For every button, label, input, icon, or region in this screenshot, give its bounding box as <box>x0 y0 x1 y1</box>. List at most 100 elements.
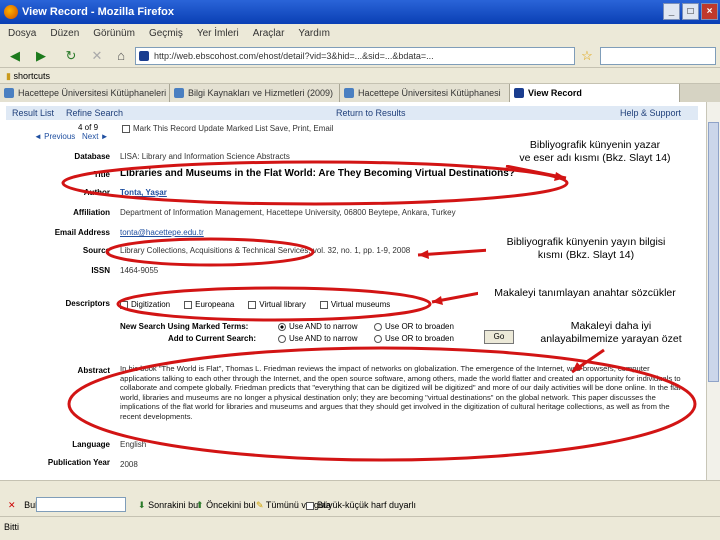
next-link[interactable]: Next ► <box>82 132 109 141</box>
label-language: Language <box>72 440 110 449</box>
descriptor-checkbox[interactable] <box>120 300 128 309</box>
help-support-link[interactable]: Help & Support <box>620 106 681 120</box>
radio-or-add[interactable] <box>374 334 382 343</box>
menu-edit[interactable]: Düzen <box>50 24 79 44</box>
window-controls: _ □ × <box>663 3 718 20</box>
search-box[interactable] <box>600 47 716 65</box>
new-search-or-option[interactable]: Use OR to broaden <box>374 322 454 331</box>
new-search-label: New Search Using Marked Terms: <box>120 322 249 331</box>
add-search-or-option[interactable]: Use OR to broaden <box>374 334 454 343</box>
descriptor-item[interactable]: Digitization <box>120 300 170 309</box>
label-title: Title <box>93 170 110 179</box>
label-affiliation: Affiliation <box>73 208 110 217</box>
window-titlebar: View Record - Mozilla Firefox _ □ × <box>0 0 720 24</box>
record-actions[interactable]: Mark This Record Update Marked List Save… <box>122 124 333 133</box>
menu-bookmarks[interactable]: Yer İmleri <box>197 24 239 44</box>
previous-link[interactable]: ◄ Previous <box>34 132 75 141</box>
folder-icon: ▮ <box>6 71 11 81</box>
reload-icon[interactable]: ↻ <box>62 47 80 65</box>
descriptor-checkbox[interactable] <box>319 300 328 309</box>
descriptor-item[interactable]: Virtual library <box>248 300 306 309</box>
close-find-icon[interactable]: ✕ <box>8 500 16 510</box>
firefox-icon <box>4 5 18 19</box>
find-bar: ✕ Bul: ⬇ Sonrakini bul ⬆ Öncekini bul ✎ … <box>0 494 720 516</box>
value-abstract: In his book "The World is Flat", Thomas … <box>120 364 681 421</box>
label-descriptors: Descriptors <box>65 299 110 308</box>
menu-help[interactable]: Yardım <box>298 24 330 44</box>
new-search-and-option[interactable]: Use AND to narrow <box>278 322 357 331</box>
value-source: Library Collections, Acquisitions & Tech… <box>120 246 411 255</box>
go-button[interactable]: Go <box>484 330 514 344</box>
up-arrow-icon: ⬆ <box>196 500 204 510</box>
tab-bilgi-kaynaklari[interactable]: Bilgi Kaynakları ve Hizmetleri (2009) <box>170 84 340 102</box>
menu-history[interactable]: Geçmiş <box>149 24 183 44</box>
callout-publication-info: Bibliyografik künyenin yayın bilgisi kıs… <box>486 236 686 262</box>
mark-record-checkbox[interactable] <box>122 124 130 133</box>
result-list-link[interactable]: Result List <box>12 106 54 120</box>
menu-tools[interactable]: Araçlar <box>253 24 285 44</box>
navigation-toolbar: ◀ ▶ ↻ ✕ ⌂ http://web.ebscohost.com/ehost… <box>0 44 720 68</box>
tab-hacettepe-kutuphanesi[interactable]: Hacettepe Üniversitesi Kütüphanesi <box>340 84 510 102</box>
descriptor-checkbox[interactable] <box>248 300 257 309</box>
descriptor-item[interactable]: Virtual museums <box>319 300 390 309</box>
label-database: Database <box>74 152 110 161</box>
record-header-bar: Result List Refine Search Return to Resu… <box>6 106 698 120</box>
back-arrow-icon[interactable]: ◀ <box>6 47 24 65</box>
callout-abstract: Makaleyi daha iyi anlayabilmemize yaraya… <box>528 320 694 346</box>
status-bar: Bitti <box>0 516 720 540</box>
highlighter-icon: ✎ <box>256 500 264 510</box>
maximize-button[interactable]: □ <box>682 3 699 20</box>
add-search-and-option[interactable]: Use AND to narrow <box>278 334 357 343</box>
descriptor-item[interactable]: Europeana <box>184 300 234 309</box>
value-email-link[interactable]: tonta@hacettepe.edu.tr <box>120 228 204 237</box>
vertical-scrollbar[interactable] <box>706 102 720 480</box>
bookmark-shortcuts[interactable]: shortcuts <box>13 71 50 81</box>
url-text: http://web.ebscohost.com/ehost/detail?vi… <box>154 51 434 61</box>
label-source: Source <box>82 246 110 255</box>
radio-or-new[interactable] <box>374 322 382 331</box>
radio-and-new[interactable] <box>278 322 286 331</box>
bookmarks-toolbar: ▮ shortcuts <box>0 68 720 84</box>
label-publication-year: Publication Year <box>47 458 110 467</box>
page-icon <box>4 88 14 98</box>
url-bar[interactable]: http://web.ebscohost.com/ehost/detail?vi… <box>135 47 575 65</box>
menu-bar: Dosya Düzen Görünüm Geçmiş Yer İmleri Ar… <box>0 24 720 44</box>
find-next-button[interactable]: ⬇ Sonrakini bul <box>138 494 200 516</box>
bookmark-star-icon[interactable]: ☆ <box>578 47 596 65</box>
forward-arrow-icon[interactable]: ▶ <box>32 47 50 65</box>
close-button[interactable]: × <box>701 3 718 20</box>
stop-icon[interactable]: ✕ <box>88 47 106 65</box>
find-input[interactable] <box>36 497 126 512</box>
menu-file[interactable]: Dosya <box>8 24 36 44</box>
add-to-search-label: Add to Current Search: <box>168 334 257 343</box>
descriptor-list: Digitization Europeana Virtual library V… <box>120 300 390 309</box>
tab-hacettepe-kutuphaneleri[interactable]: Hacettepe Üniversitesi Kütüphaneleri <box>0 84 170 102</box>
page-icon <box>174 88 184 98</box>
home-icon[interactable]: ⌂ <box>112 47 130 65</box>
window-title: View Record - Mozilla Firefox <box>22 6 174 18</box>
tab-strip: Hacettepe Üniversitesi Kütüphaneleri Bil… <box>0 84 720 102</box>
label-author: Author <box>83 188 110 197</box>
value-author-link[interactable]: Tonta, Yaşar <box>120 188 167 197</box>
return-to-results-link[interactable]: Return to Results <box>336 106 406 120</box>
value-issn: 1464-9055 <box>120 266 159 275</box>
match-case-checkbox[interactable] <box>306 501 314 510</box>
site-favicon <box>139 51 149 61</box>
match-case-option[interactable]: Büyük-küçük harf duyarlı <box>306 494 416 516</box>
page-icon <box>344 88 354 98</box>
status-text: Bitti <box>4 522 20 532</box>
callout-title-author: Bibliyografik künyenin yazar ve eser adı… <box>504 139 686 165</box>
descriptor-checkbox[interactable] <box>184 300 193 309</box>
value-language: English <box>120 440 147 449</box>
radio-and-add[interactable] <box>278 334 286 343</box>
record-position: 4 of 9 <box>78 123 99 132</box>
refine-search-link[interactable]: Refine Search <box>66 106 123 120</box>
find-previous-button[interactable]: ⬆ Öncekini bul <box>196 494 256 516</box>
minimize-button[interactable]: _ <box>663 3 680 20</box>
scrollbar-thumb[interactable] <box>708 122 719 382</box>
down-arrow-icon: ⬇ <box>138 500 146 510</box>
label-email: Email Address <box>54 228 110 237</box>
horizontal-scrollbar[interactable] <box>0 480 720 494</box>
tab-view-record[interactable]: View Record <box>510 84 680 102</box>
menu-view[interactable]: Görünüm <box>93 24 135 44</box>
